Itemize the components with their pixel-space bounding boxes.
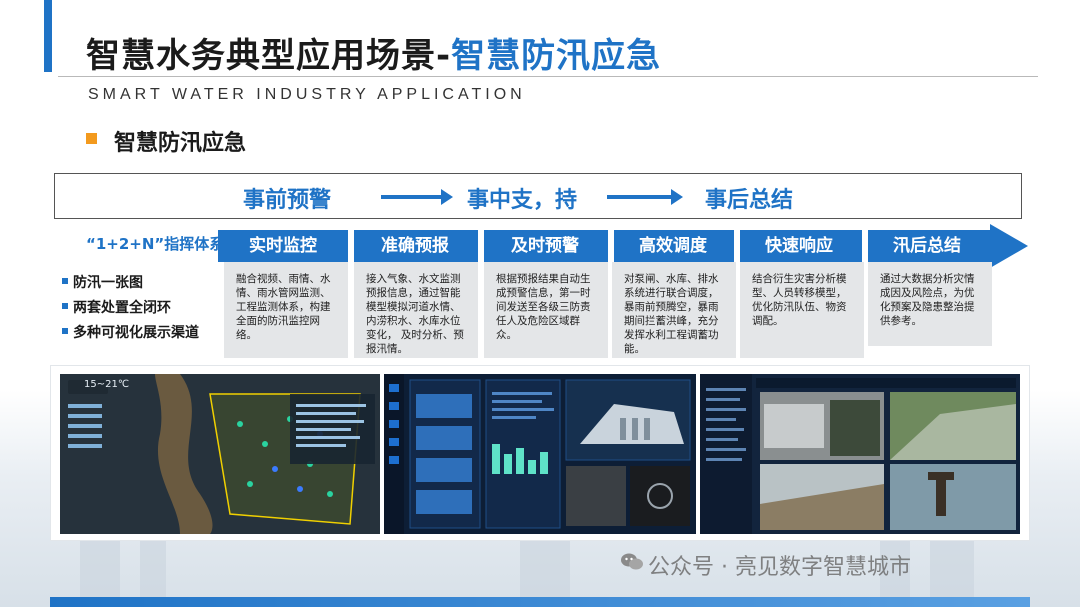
title-accent-bar xyxy=(44,0,52,72)
video-wall-image xyxy=(700,374,1020,534)
watermark-text: 公众号 · 亮见数字智慧城市 xyxy=(648,555,911,580)
section-heading: 智慧防汛应急 xyxy=(114,131,247,156)
title-main: 智慧水务典型应用场景- xyxy=(86,36,452,76)
flood-map-image xyxy=(60,374,380,534)
phase-during: 事中支，持 xyxy=(467,188,578,213)
square-bullet-icon xyxy=(62,303,68,309)
step-title-rapid-response: 快速响应 xyxy=(765,236,833,256)
command-dashboard-screenshot xyxy=(384,374,696,534)
step-title-timely-warning: 及时预警 xyxy=(511,236,579,256)
step-card-rapid-response: 结合衍生灾害分析模型、人员转移模型，优化防汛队伍、物资调配。 xyxy=(740,262,864,358)
step-divider xyxy=(478,230,484,262)
phase-timeline: 事前预警 事中支，持 事后总结 xyxy=(54,173,1022,219)
step-card-realtime-monitoring: 融合视频、雨情、水情、雨水管网监测、工程监测体系，构建全面的防汛监控网络。 xyxy=(224,262,348,358)
map-weather-label: 15~21℃ xyxy=(84,379,130,390)
phase-after: 事后总结 xyxy=(705,188,794,213)
feature-item: 防汛一张图 xyxy=(62,272,143,292)
step-title-accurate-forecast: 准确预报 xyxy=(381,236,449,256)
step-card-efficient-dispatch: 对泵闸、水库、排水系统进行联合调度，暴雨前预腾空，暴雨期间拦蓄洪峰，充分发挥水利… xyxy=(612,262,736,358)
square-bullet-icon xyxy=(62,328,68,334)
phase-before: 事前预警 xyxy=(243,188,332,213)
phase-arrow-icon xyxy=(381,189,453,205)
feature-item: 两套处置全闭环 xyxy=(62,297,171,317)
command-system-title: “1+2+N”指挥体系 xyxy=(86,235,225,253)
step-title-post-flood-summary: 汛后总结 xyxy=(893,236,961,256)
section-bullet-icon xyxy=(86,133,97,144)
square-bullet-icon xyxy=(62,278,68,284)
phase-arrow-icon xyxy=(607,189,683,205)
title-accent: 智慧防汛应急 xyxy=(451,36,662,76)
step-title-realtime-monitoring: 实时监控 xyxy=(249,236,317,256)
flood-map-screenshot: 15~21℃ xyxy=(60,374,380,534)
page-title: 智慧水务典型应用场景-智慧防汛应急 xyxy=(86,28,661,77)
step-card-accurate-forecast: 接入气象、水文监测预报信息，通过智能模型模拟河道水情、内涝积水、水库水位变化， … xyxy=(354,262,478,358)
step-card-post-flood-summary: 通过大数据分析灾情成因及风险点，为优化预案及隐患整治提供参考。 xyxy=(868,262,992,346)
wechat-icon xyxy=(621,553,643,570)
page-subtitle: SMART WATER INDUSTRY APPLICATION xyxy=(88,86,526,103)
feature-item: 多种可视化展示渠道 xyxy=(62,322,199,342)
flow-arrow-head-icon xyxy=(990,224,1028,268)
title-divider xyxy=(58,76,1038,77)
step-card-timely-warning: 根据预报结果自动生成预警信息，第一时间发送至各级三防责任人及危险区域群众。 xyxy=(484,262,608,358)
command-dashboard-image xyxy=(384,374,696,534)
footer-bar xyxy=(50,597,1030,607)
video-wall-screenshot xyxy=(700,374,1020,534)
step-title-efficient-dispatch: 高效调度 xyxy=(639,236,707,256)
step-divider xyxy=(348,230,354,262)
